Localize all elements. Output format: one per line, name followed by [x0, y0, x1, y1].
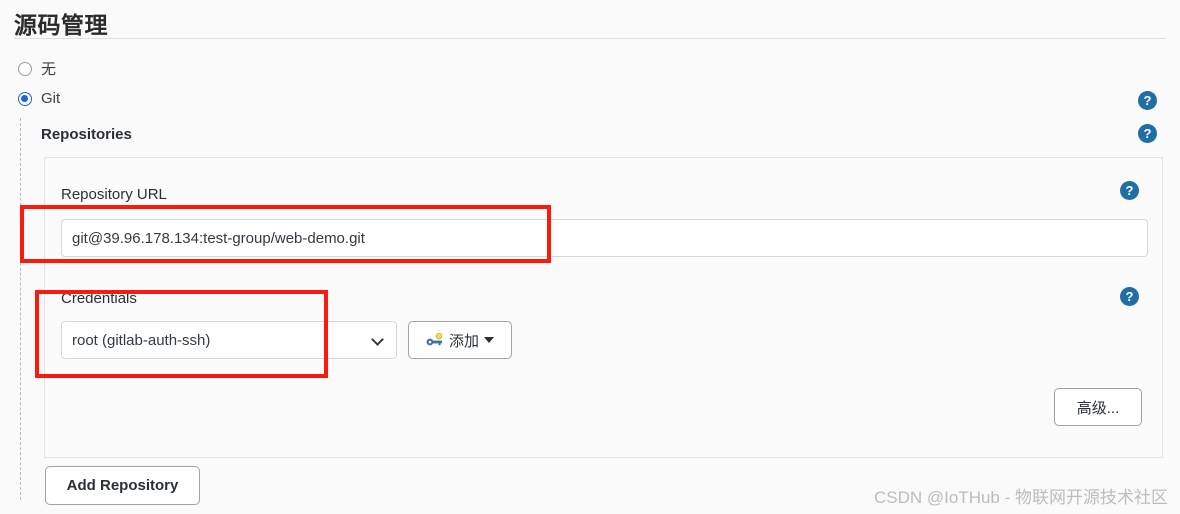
add-repository-button[interactable]: Add Repository — [45, 466, 200, 505]
add-credentials-label: 添加 — [448, 332, 479, 350]
help-icon-credentials[interactable]: ? — [1120, 287, 1139, 306]
watermark: CSDN @IoTHub - 物联网开源技术社区 — [873, 488, 1168, 507]
caret-down-icon — [484, 337, 494, 343]
radio-git-icon[interactable] — [18, 91, 32, 106]
advanced-button-label: 高级... — [1076, 399, 1120, 417]
page-title: 源码管理 — [14, 12, 108, 38]
repositories-section-label: Repositories — [41, 126, 132, 143]
repository-url-input[interactable] — [61, 219, 1148, 257]
key-icon — [426, 333, 443, 346]
credentials-selected-value: root (gitlab-auth-ssh) — [72, 331, 211, 349]
scm-option-git-label: Git — [41, 90, 61, 107]
repository-url-label: Repository URL — [61, 186, 167, 203]
credentials-select[interactable]: root (gitlab-auth-ssh) — [61, 321, 397, 359]
title-divider — [14, 38, 1166, 39]
chevron-down-icon — [372, 334, 384, 346]
credentials-label: Credentials — [61, 290, 137, 307]
section-guide-line — [20, 118, 21, 500]
scm-option-none[interactable]: 无 — [18, 58, 56, 79]
repository-panel — [44, 157, 1163, 458]
add-repository-label: Add Repository — [66, 477, 179, 494]
add-credentials-button[interactable]: 添加 — [408, 321, 512, 359]
scm-option-none-label: 无 — [41, 61, 57, 78]
advanced-button[interactable]: 高级... — [1054, 388, 1142, 426]
radio-none-icon[interactable] — [18, 61, 32, 76]
help-icon-git[interactable]: ? — [1138, 91, 1157, 110]
help-icon-repositories[interactable]: ? — [1138, 124, 1157, 143]
help-icon-repository-url[interactable]: ? — [1120, 181, 1139, 200]
scm-option-git[interactable]: Git — [18, 90, 60, 107]
